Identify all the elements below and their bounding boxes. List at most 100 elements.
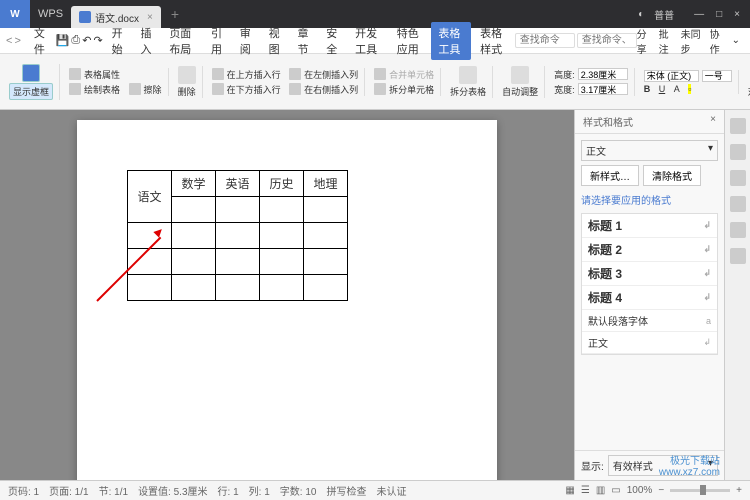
width-input[interactable] (578, 83, 628, 95)
menu-security[interactable]: 安全 (319, 22, 346, 60)
autofit-icon[interactable] (511, 66, 529, 84)
save-icon[interactable]: 💾 (56, 34, 70, 47)
ins-above-icon[interactable] (212, 68, 224, 80)
props-icon[interactable] (69, 68, 81, 80)
menu-table-tools[interactable]: 表格工具 (431, 22, 471, 60)
minimize-icon[interactable]: — (694, 9, 704, 20)
ins-above[interactable]: 在上方插入行 (227, 68, 281, 81)
undo-icon[interactable]: ↶ (82, 34, 91, 47)
zoom-in-icon[interactable]: + (736, 485, 742, 496)
link-icon[interactable] (730, 222, 746, 238)
status-chars[interactable]: 字数: 10 (280, 483, 317, 498)
ins-right[interactable]: 在右侧插入列 (304, 83, 358, 96)
ins-below[interactable]: 在下方插入行 (227, 83, 281, 96)
view-read-icon[interactable]: ▭ (611, 485, 620, 496)
zoom-slider[interactable] (670, 489, 730, 492)
clear-format-button[interactable]: 清除格式 (643, 165, 701, 186)
menu-caret-icon[interactable]: ⌄ (732, 35, 740, 46)
status-spell[interactable]: 拼写检查 (326, 483, 366, 498)
search-template-input[interactable] (577, 33, 637, 48)
menu-layout[interactable]: 页面布局 (162, 22, 202, 60)
panel-close-icon[interactable]: × (710, 114, 716, 129)
cell[interactable] (304, 223, 348, 249)
maximize-icon[interactable]: □ (716, 9, 722, 20)
share-button[interactable]: 分享 (637, 26, 651, 56)
erase-table[interactable]: 擦除 (144, 83, 162, 96)
draw-icon[interactable] (69, 83, 81, 95)
redo-icon[interactable]: ↷ (93, 34, 102, 47)
cell[interactable] (172, 249, 216, 275)
menu-review[interactable]: 审阅 (233, 22, 260, 60)
menu-file[interactable]: 文件 (27, 22, 54, 60)
menu-section[interactable]: 章节 (290, 22, 317, 60)
cell[interactable] (304, 249, 348, 275)
menu-special[interactable]: 特色应用 (390, 22, 430, 60)
cell[interactable] (172, 197, 216, 223)
new-style-button[interactable]: 新样式… (581, 165, 639, 186)
view-web-icon[interactable]: ▥ (596, 485, 605, 496)
nav-back-icon[interactable]: < (6, 35, 12, 47)
zoom-out-icon[interactable]: − (658, 485, 664, 496)
show-border-icon[interactable] (22, 64, 40, 82)
cell[interactable] (260, 275, 304, 301)
menu-insert[interactable]: 插入 (133, 22, 160, 60)
view-outline-icon[interactable]: ☰ (581, 485, 590, 496)
height-input[interactable] (578, 68, 628, 80)
cell[interactable] (304, 197, 348, 223)
style-heading2[interactable]: 标题 2↲ (582, 238, 717, 262)
table-props[interactable]: 表格属性 (84, 68, 120, 81)
draw-table[interactable]: 绘制表格 (84, 83, 120, 96)
style-heading4[interactable]: 标题 4↲ (582, 286, 717, 310)
user-avatar[interactable]: ◐ (638, 9, 644, 20)
header-cell[interactable]: 数学 (172, 171, 216, 197)
settings-icon[interactable] (730, 248, 746, 264)
zoom-value[interactable]: 100% (627, 485, 653, 496)
cell[interactable] (260, 197, 304, 223)
format-pane-icon[interactable] (730, 118, 746, 134)
view-page-icon[interactable]: ▦ (565, 485, 574, 496)
highlight-icon[interactable]: ▫ (688, 84, 691, 94)
nav-fwd-icon[interactable]: > (14, 35, 20, 47)
cell[interactable] (260, 249, 304, 275)
cell[interactable] (216, 249, 260, 275)
sync-status[interactable]: 未同步 (681, 26, 702, 56)
bold-icon[interactable]: B (644, 84, 651, 94)
split-icon[interactable] (374, 83, 386, 95)
menu-start[interactable]: 开始 (105, 22, 132, 60)
header-cell[interactable]: 历史 (260, 171, 304, 197)
header-cell[interactable]: 英语 (216, 171, 260, 197)
size-select[interactable] (702, 70, 732, 82)
cell[interactable] (216, 197, 260, 223)
cell[interactable] (172, 275, 216, 301)
cell[interactable] (304, 275, 348, 301)
menu-dev[interactable]: 开发工具 (348, 22, 388, 60)
header-cell[interactable]: 地理 (304, 171, 348, 197)
select-pane-icon[interactable] (730, 144, 746, 160)
merged-cell[interactable]: 语文 (128, 171, 172, 223)
ins-right-icon[interactable] (289, 83, 301, 95)
split-cells[interactable]: 拆分单元格 (389, 83, 434, 96)
cell[interactable] (216, 223, 260, 249)
shapes-icon[interactable] (730, 196, 746, 212)
clipboard-icon[interactable] (730, 170, 746, 186)
style-body[interactable]: 正文↲ (582, 332, 717, 354)
erase-icon[interactable] (129, 83, 141, 95)
underline-icon[interactable]: U (659, 84, 666, 94)
font-color-icon[interactable]: A (674, 84, 680, 94)
style-heading1[interactable]: 标题 1↲ (582, 214, 717, 238)
style-default-font[interactable]: 默认段落字体a (582, 310, 717, 332)
font-select[interactable] (644, 70, 699, 82)
split-table-icon[interactable] (459, 66, 477, 84)
current-style-select[interactable]: 正文▾ (581, 140, 718, 161)
note-button[interactable]: 批注 (659, 26, 673, 56)
delete-icon[interactable] (178, 66, 196, 84)
document-area[interactable]: 语文 数学 英语 历史 地理 (0, 110, 574, 480)
print-icon[interactable]: ⎙ (71, 34, 80, 47)
close-icon[interactable]: × (734, 9, 740, 20)
find-command-input[interactable] (515, 33, 575, 48)
style-heading3[interactable]: 标题 3↲ (582, 262, 717, 286)
ins-left-icon[interactable] (289, 68, 301, 80)
menu-view[interactable]: 视图 (262, 22, 289, 60)
cell[interactable] (172, 223, 216, 249)
ins-left[interactable]: 在左侧插入列 (304, 68, 358, 81)
